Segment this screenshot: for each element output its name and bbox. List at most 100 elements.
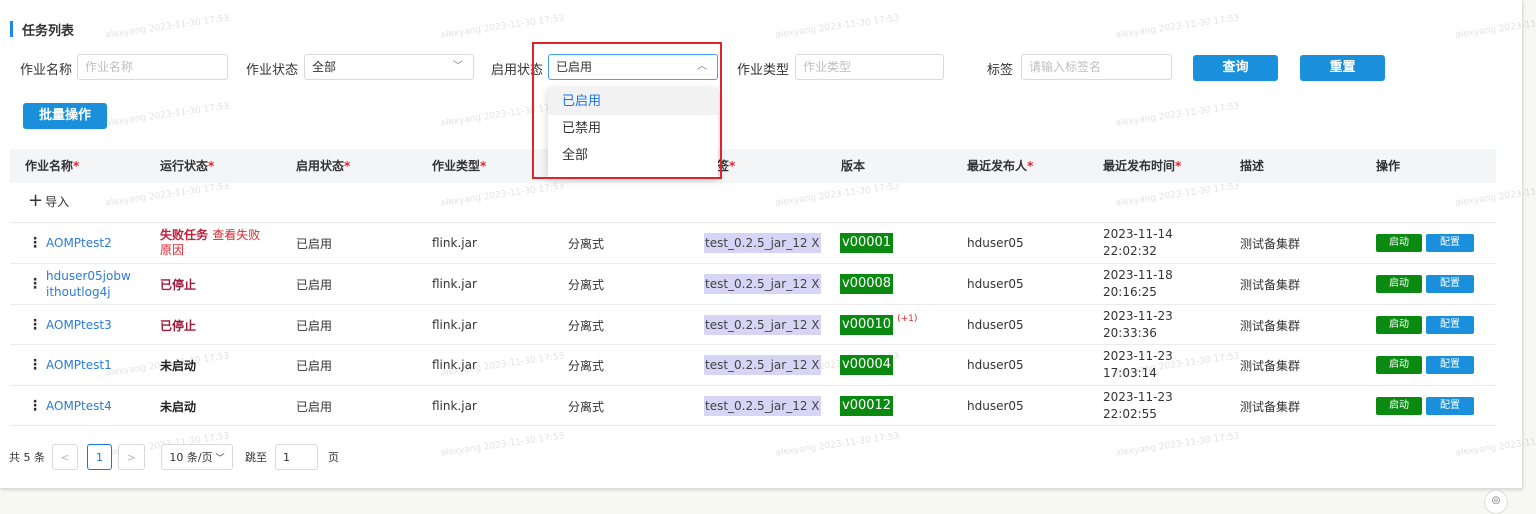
version-badge: v00008 [840, 274, 894, 294]
job-status-select[interactable]: 全部 ﹀ [304, 54, 474, 80]
run-status: 未启动 [160, 399, 197, 414]
watermark: alexyang 2023-11-30 17:53 [439, 181, 566, 209]
tag-chip[interactable]: test_0.2.5_jar_12 X [704, 315, 821, 335]
start-button[interactable]: 启动 [1376, 234, 1422, 252]
prev-page-button[interactable]: < [52, 444, 78, 470]
job-type: flink.jar [432, 236, 477, 250]
reset-button[interactable]: 重置 [1300, 55, 1385, 81]
more-vertical-icon[interactable]: ⋮ [28, 398, 42, 414]
watermark: alexyang 2023-11-30 17:53 [1114, 101, 1241, 129]
job-name-link[interactable]: hduser05jobwithoutlog4j [46, 268, 134, 300]
query-button[interactable]: 查询 [1193, 55, 1278, 81]
enable-status: 已启用 [296, 277, 333, 292]
enable-status-value: 已启用 [556, 60, 593, 74]
publish-time: 2023-11-23 20:33:36 [1103, 309, 1173, 340]
job-type: flink.jar [432, 399, 477, 413]
start-button[interactable]: 启动 [1376, 397, 1422, 415]
description: 测试备集群 [1240, 318, 1301, 333]
page-1-button[interactable]: 1 [87, 444, 112, 470]
job-name-link[interactable]: AOMPtest2 [46, 235, 112, 251]
enable-status-select[interactable]: 已启用 ︿ [548, 54, 718, 80]
title-accent-bar [10, 21, 13, 37]
job-name-label: 作业名称 [20, 63, 73, 78]
watermark: alexyang 2023-11-30 17:53 [1114, 13, 1241, 41]
start-button[interactable]: 启动 [1376, 275, 1422, 293]
description: 测试备集群 [1240, 358, 1301, 373]
job-name-link[interactable]: AOMPtest4 [46, 398, 112, 414]
dropdown-option-enabled[interactable]: 已启用 [548, 88, 718, 115]
more-vertical-icon[interactable]: ⋮ [28, 357, 42, 373]
col-header-version: 版本 [841, 159, 866, 173]
settings-icon[interactable]: ◎ [1484, 490, 1508, 514]
next-page-button[interactable]: > [118, 444, 145, 470]
watermark: alexyang 2023-11-30 17:53 [104, 181, 231, 209]
watermark: alexyang 2023-11-30 17:53 [104, 101, 231, 129]
tag-chip[interactable]: test_0.2.5_jar_12 X [704, 274, 821, 294]
enable-status: 已启用 [296, 358, 333, 373]
publisher: hduser05 [967, 277, 1024, 291]
chevron-up-icon: ︿ [697, 61, 707, 72]
description: 测试备集群 [1240, 277, 1301, 292]
start-button[interactable]: 启动 [1376, 316, 1422, 334]
watermark: alexyang 2023-11-30 17:53 [104, 13, 231, 41]
config-button[interactable]: 配置 [1426, 356, 1474, 374]
batch-operation-button[interactable]: 批量操作 [23, 103, 107, 129]
publisher: hduser05 [967, 358, 1024, 372]
job-type-input[interactable]: 作业类型 [795, 54, 944, 80]
watermark: alexyang 2023-11-30 17:53 [1454, 431, 1536, 459]
more-vertical-icon[interactable]: ⋮ [28, 317, 42, 333]
enable-status: 已启用 [296, 318, 333, 333]
watermark: alexyang 2023-11-30 17:53 [1114, 431, 1241, 459]
table-row: ⋮ AOMPtest2 失败任务 查看失败原因 已启用 flink.jar 分离… [10, 222, 1496, 263]
publisher: hduser05 [967, 399, 1024, 413]
table-row: ⋮ hduser05jobwithoutlog4j 已停止 已启用 flink.… [10, 263, 1496, 304]
dropdown-option-disabled[interactable]: 已禁用 [548, 115, 718, 142]
watermark: alexyang 2023-11-30 17:53 [774, 181, 901, 209]
tag-input[interactable]: 请输入标签名 [1021, 54, 1172, 80]
task-list-panel: alexyang 2023-11-30 17:53 alexyang 2023-… [0, 0, 1536, 489]
import-label: 导入 [45, 194, 70, 209]
config-button[interactable]: 配置 [1426, 397, 1474, 415]
jump-label: 跳至 [245, 451, 267, 464]
col-header-publish-time: 最近发布时间* [1103, 159, 1182, 173]
job-type: flink.jar [432, 277, 477, 291]
deploy-mode: 分离式 [568, 358, 605, 373]
more-vertical-icon[interactable]: ⋮ [28, 276, 42, 292]
watermark: alexyang 2023-11-30 17:53 [439, 13, 566, 41]
config-button[interactable]: 配置 [1426, 234, 1474, 252]
tag-chip[interactable]: test_0.2.5_jar_12 X [704, 396, 821, 416]
enable-status: 已启用 [296, 236, 333, 251]
plus-icon: + [28, 190, 44, 211]
watermark: alexyang 2023-11-30 17:53 [439, 101, 566, 129]
watermark: alexyang 2023-11-30 17:53 [1454, 181, 1536, 209]
pagination-total: 共 5 条 [9, 451, 45, 464]
import-button[interactable]: + 导入 [28, 192, 69, 210]
dropdown-option-all[interactable]: 全部 [548, 142, 718, 169]
enable-status-label: 启用状态 [491, 63, 544, 78]
page-size-select[interactable]: 10 条/页 ﹀ [161, 444, 233, 470]
config-button[interactable]: 配置 [1426, 275, 1474, 293]
job-name-link[interactable]: AOMPtest1 [46, 357, 112, 373]
watermark: alexyang 2023-11-30 17:53 [774, 13, 901, 41]
start-button[interactable]: 启动 [1376, 356, 1422, 374]
col-header-publisher: 最近发布人* [967, 159, 1034, 173]
enable-status: 已启用 [296, 399, 333, 414]
chevron-down-icon: ﹀ [453, 61, 463, 72]
job-name-link[interactable]: AOMPtest3 [46, 317, 112, 333]
panel-header: 任务列表 [10, 20, 74, 39]
config-button[interactable]: 配置 [1426, 316, 1474, 334]
table-header: 作业名称* 运行状态* 启用状态* 作业类型* 签* 版本 最近发布人* 最近发… [10, 149, 1496, 183]
jump-page-input[interactable]: 1 [275, 444, 318, 470]
job-name-input[interactable]: 作业名称 [77, 54, 228, 80]
table-row: ⋮ AOMPtest1 未启动 已启用 flink.jar 分离式 test_0… [10, 344, 1496, 385]
col-header-enable-status: 启用状态* [296, 159, 351, 173]
publish-time: 2023-11-23 22:02:55 [1103, 390, 1173, 421]
run-status: 已停止 [160, 277, 197, 292]
chevron-down-icon: ﹀ [215, 453, 225, 464]
more-vertical-icon[interactable]: ⋮ [28, 235, 42, 251]
tag-chip[interactable]: test_0.2.5_jar_12 X [704, 355, 821, 375]
watermark: alexyang 2023-11-30 17:53 [439, 431, 566, 459]
version-note: (+1) [897, 314, 918, 324]
version-badge: v00001 [840, 233, 894, 253]
tag-chip[interactable]: test_0.2.5_jar_12 X [704, 233, 821, 253]
